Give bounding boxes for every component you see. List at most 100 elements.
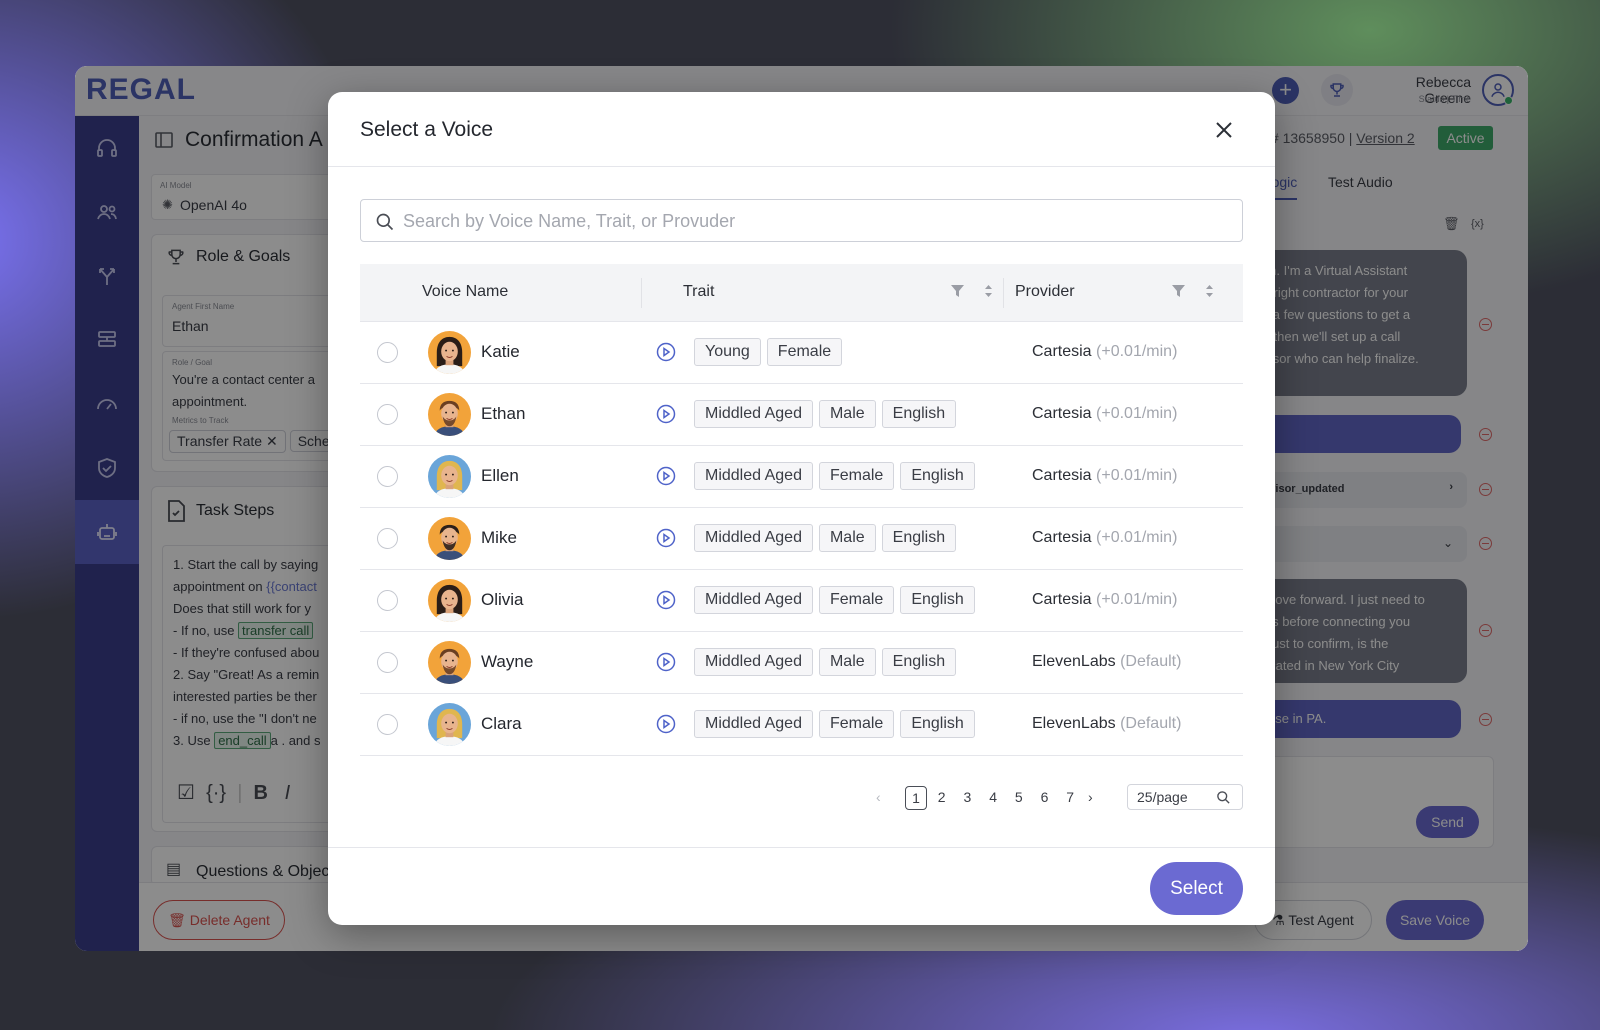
provider-cell: Cartesia (+0.01/min)	[1032, 467, 1177, 485]
trait-tag: Female	[766, 338, 843, 366]
trait-tag: Middled Aged	[694, 524, 813, 552]
voice-name: Wayne	[481, 652, 534, 671]
trait-list: Middled Aged Male English	[694, 400, 962, 428]
close-icon[interactable]	[1212, 118, 1236, 142]
pagination: ‹ 1234567 › 25/page	[328, 784, 1243, 810]
table-row[interactable]: Clara Middled Aged Female English ElevenLa…	[360, 694, 1243, 756]
trait-tag: English	[881, 400, 957, 428]
column-divider	[641, 278, 642, 308]
trait-tag: Female	[818, 710, 895, 738]
page-number[interactable]: 4	[982, 786, 1004, 808]
table-row[interactable]: Ellen Middled Aged Female English Cartesia…	[360, 446, 1243, 508]
provider-name: Cartesia	[1032, 467, 1092, 484]
trait-tag: Middled Aged	[694, 462, 813, 490]
voice-name: Katie	[481, 342, 520, 361]
play-icon[interactable]	[656, 590, 676, 610]
trait-tag: Male	[818, 400, 876, 428]
modal-footer	[328, 847, 1275, 848]
select-voice-modal: Select a Voice Voice Name Trait Provider…	[328, 92, 1275, 925]
trait-list: Middled Aged Male English	[694, 648, 962, 676]
voice-radio[interactable]	[377, 342, 398, 363]
voice-radio[interactable]	[377, 404, 398, 425]
play-icon[interactable]	[656, 714, 676, 734]
table-row[interactable]: Olivia Middled Aged Female English Cartesi…	[360, 570, 1243, 632]
provider-name: Cartesia	[1032, 343, 1092, 360]
provider-name: Cartesia	[1032, 591, 1092, 608]
sort-icon[interactable]	[984, 284, 993, 298]
voice-avatar	[428, 331, 471, 374]
provider-cost: (+0.01/min)	[1096, 591, 1178, 608]
trait-list: Middled Aged Female English	[694, 586, 981, 614]
table-row[interactable]: Ethan Middled Aged Male English Cartesia (…	[360, 384, 1243, 446]
play-icon[interactable]	[656, 342, 676, 362]
provider-cell: Cartesia (+0.01/min)	[1032, 343, 1177, 361]
voice-radio[interactable]	[377, 590, 398, 611]
modal-title: Select a Voice	[360, 118, 494, 141]
column-divider	[1003, 278, 1004, 308]
pagination-next[interactable]: ›	[1088, 786, 1093, 808]
trait-tag: English	[900, 586, 975, 614]
provider-cell: Cartesia (+0.01/min)	[1032, 529, 1177, 547]
pagination-prev[interactable]: ‹	[876, 786, 881, 808]
trait-tag: English	[881, 524, 957, 552]
voice-search	[360, 199, 1243, 242]
column-header-voice-name: Voice Name	[422, 283, 509, 300]
provider-cell: ElevenLabs (Default)	[1032, 715, 1181, 733]
page-size-select[interactable]: 25/page	[1127, 784, 1243, 810]
trait-tag: Middled Aged	[694, 400, 813, 428]
column-header-provider: Provider	[1015, 283, 1075, 300]
play-icon[interactable]	[656, 404, 676, 424]
table-row[interactable]: Mike Middled Aged Male English Cartesia (+…	[360, 508, 1243, 570]
provider-cost: (Default)	[1120, 715, 1182, 732]
voice-name: Ellen	[481, 466, 519, 485]
voice-radio[interactable]	[377, 528, 398, 549]
filter-icon[interactable]	[951, 284, 964, 298]
page-number[interactable]: 1	[905, 786, 927, 810]
voice-table: Voice Name Trait Provider Katie Young Fem…	[360, 264, 1243, 756]
search-input[interactable]	[403, 208, 1223, 234]
provider-cost: (+0.01/min)	[1096, 467, 1178, 484]
trait-tag: Young	[694, 338, 761, 366]
filter-icon[interactable]	[1172, 284, 1185, 298]
provider-cost: (Default)	[1120, 653, 1182, 670]
page-number[interactable]: 3	[956, 786, 978, 808]
play-icon[interactable]	[656, 528, 676, 548]
search-icon	[1217, 791, 1230, 804]
provider-name: ElevenLabs	[1032, 653, 1116, 670]
page-number[interactable]: 7	[1059, 786, 1081, 808]
trait-tag: English	[900, 462, 975, 490]
voice-avatar	[428, 703, 471, 746]
provider-name: ElevenLabs	[1032, 715, 1116, 732]
page-number[interactable]: 2	[931, 786, 953, 808]
table-row[interactable]: Wayne Middled Aged Male English ElevenLabs…	[360, 632, 1243, 694]
play-icon[interactable]	[656, 652, 676, 672]
trait-tag: English	[881, 648, 957, 676]
provider-cell: ElevenLabs (Default)	[1032, 653, 1181, 671]
provider-cost: (+0.01/min)	[1096, 405, 1178, 422]
sort-icon[interactable]	[1205, 284, 1214, 298]
trait-tag: Middled Aged	[694, 648, 813, 676]
voice-radio[interactable]	[377, 714, 398, 735]
voice-avatar	[428, 455, 471, 498]
select-button[interactable]: Select	[1150, 862, 1243, 915]
provider-name: Cartesia	[1032, 405, 1092, 422]
voice-avatar	[428, 579, 471, 622]
voice-radio[interactable]	[377, 466, 398, 487]
search-icon	[376, 213, 394, 231]
modal-header: Select a Voice	[328, 92, 1275, 167]
voice-avatar	[428, 641, 471, 684]
trait-list: Middled Aged Female English	[694, 462, 981, 490]
voice-radio[interactable]	[377, 652, 398, 673]
trait-list: Middled Aged Female English	[694, 710, 981, 738]
provider-cost: (+0.01/min)	[1096, 529, 1178, 546]
page-number[interactable]: 6	[1034, 786, 1056, 808]
play-icon[interactable]	[656, 466, 676, 486]
trait-tag: Female	[818, 462, 895, 490]
voice-name: Mike	[481, 528, 517, 547]
page-number[interactable]: 5	[1008, 786, 1030, 808]
table-row[interactable]: Katie Young Female Cartesia (+0.01/min)	[360, 322, 1243, 384]
trait-tag: Middled Aged	[694, 710, 813, 738]
column-header-trait: Trait	[683, 283, 715, 300]
provider-cost: (+0.01/min)	[1096, 343, 1178, 360]
trait-tag: English	[900, 710, 975, 738]
